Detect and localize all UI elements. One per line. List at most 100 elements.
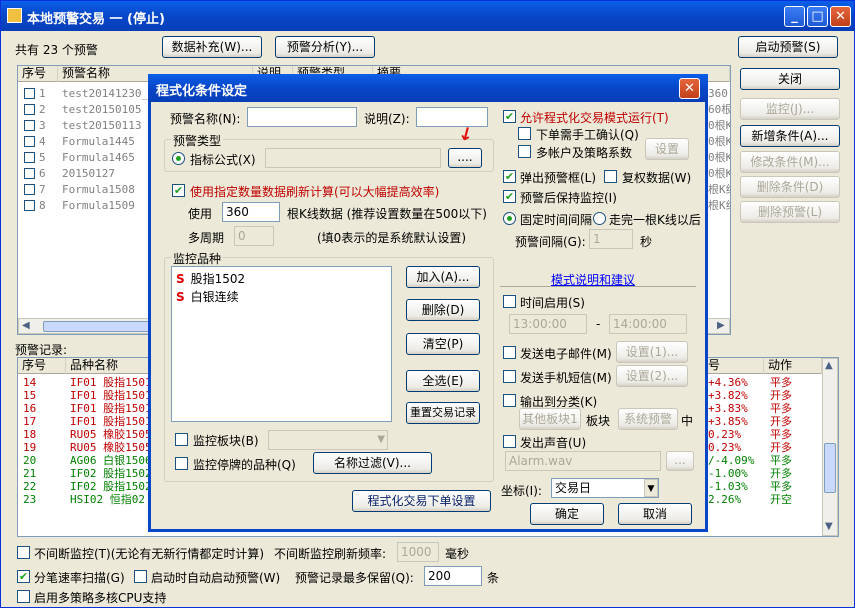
popup-checkbox[interactable]: ✔	[503, 170, 516, 183]
formula-radio[interactable]	[172, 152, 185, 165]
delete-warning-button[interactable]: 删除预警(L)	[740, 201, 840, 223]
warning-row-name: Formula1508	[62, 183, 135, 196]
keep-monitor-checkbox[interactable]: ✔	[503, 190, 516, 203]
warning-row-summary: 360	[708, 87, 728, 100]
record-row-action: 开多	[770, 441, 792, 454]
time-to-input[interactable]: 14:00:00	[609, 314, 687, 334]
reset-trade-records-button[interactable]: 重置交易记录	[406, 402, 480, 424]
account-settings-button[interactable]: 设置	[645, 138, 689, 160]
add-condition-button[interactable]: 新增条件(A)...	[740, 125, 840, 147]
coord-label: 坐标(I):	[501, 484, 542, 498]
fixed-interval-radio[interactable]	[503, 212, 516, 225]
coord-select[interactable]: 交易日	[551, 478, 659, 498]
name-input[interactable]	[247, 107, 357, 127]
warning-row-no: 3	[39, 119, 46, 132]
record-row-action: 平多	[770, 376, 792, 389]
fast-scan-checkbox[interactable]: ✔	[17, 570, 30, 583]
prog-order-settings-button[interactable]: 程式化交易下单设置	[352, 490, 491, 512]
multicore-checkbox[interactable]	[17, 590, 30, 603]
warning-row-checkbox[interactable]	[24, 152, 35, 163]
nonstop-freq-input[interactable]: 1000	[397, 542, 439, 562]
use-count-checkbox[interactable]: ✔	[172, 184, 185, 197]
after-kline-radio[interactable]	[593, 212, 606, 225]
monitor-item[interactable]: S 股指1502	[176, 271, 245, 287]
allow-prog-checkbox[interactable]: ✔	[503, 110, 516, 123]
maximize-button[interactable]: □	[807, 6, 828, 27]
delete-item-button[interactable]: 删除(D)	[406, 299, 480, 321]
export-category-checkbox[interactable]	[503, 394, 516, 407]
sms-settings-button[interactable]: 设置(2)...	[616, 365, 688, 387]
sound-file-input[interactable]: Alarm.wav	[505, 451, 661, 471]
monitor-block-checkbox[interactable]	[175, 433, 188, 446]
nonstop-monitor-checkbox[interactable]	[17, 546, 30, 559]
monitor-item[interactable]: S 白银连续	[176, 289, 239, 305]
monitor-item-name: 股指1502	[190, 272, 246, 286]
warning-row-checkbox[interactable]	[24, 104, 35, 115]
max-keep-input[interactable]: 200	[424, 566, 482, 586]
period-input[interactable]: 0	[234, 226, 274, 246]
warning-row-checkbox[interactable]	[24, 136, 35, 147]
warning-row-checkbox[interactable]	[24, 168, 35, 179]
formula-input[interactable]	[265, 148, 441, 168]
warning-row-no: 2	[39, 103, 46, 116]
cancel-button[interactable]: 取消	[618, 503, 692, 525]
record-row-no: 18	[23, 428, 37, 441]
warning-row-checkbox[interactable]	[24, 88, 35, 99]
records-vscroll[interactable]: ▲ ▼	[822, 358, 838, 536]
monitor-button[interactable]: 监控(J)...	[740, 98, 840, 120]
col-no[interactable]: 序号	[18, 66, 58, 82]
warning-analysis-button[interactable]: 预警分析(Y)...	[275, 36, 375, 58]
minimize-button[interactable]: _	[784, 6, 805, 27]
warning-row-checkbox[interactable]	[24, 120, 35, 131]
send-email-checkbox[interactable]	[503, 346, 516, 359]
warning-row-checkbox[interactable]	[24, 184, 35, 195]
other-block-button[interactable]: 其他板块1	[519, 408, 581, 430]
warning-row-summary: 根K线	[708, 183, 730, 196]
select-all-button[interactable]: 全选(E)	[406, 370, 480, 392]
time-enable-checkbox[interactable]	[503, 295, 516, 308]
rec-col-action[interactable]: 动作	[764, 358, 822, 374]
warning-row-no: 1	[39, 87, 46, 100]
record-row-action: 平多	[770, 402, 792, 415]
fast-scan-label: 分笔速率扫描(G)	[34, 571, 125, 585]
email-settings-button[interactable]: 设置(1)...	[616, 341, 688, 363]
rec-col-pct[interactable]: 号	[704, 358, 764, 374]
total-label: 共有 23 个预警	[15, 43, 98, 57]
modify-condition-button[interactable]: 修改条件(M)...	[740, 151, 840, 173]
browse-formula-button[interactable]: ....	[448, 148, 482, 168]
send-sms-checkbox[interactable]	[503, 370, 516, 383]
data-supplement-button[interactable]: 数据补充(W)...	[162, 36, 262, 58]
clear-items-button[interactable]: 清空(P)	[406, 333, 480, 355]
auto-start-checkbox[interactable]	[134, 570, 147, 583]
record-row-name: RU05 橡胶1505	[70, 428, 152, 441]
sound-checkbox[interactable]	[503, 435, 516, 448]
ok-button[interactable]: 确定	[530, 503, 604, 525]
delete-condition-button[interactable]: 删除条件(D)	[740, 176, 840, 198]
desc-input[interactable]	[416, 107, 488, 127]
start-warning-button[interactable]: 启动预警(S)	[738, 36, 838, 58]
block-label: 板块	[586, 414, 611, 428]
use-count-input[interactable]: 360	[222, 202, 280, 222]
warning-row-checkbox[interactable]	[24, 200, 35, 211]
close-window-button[interactable]: ✕	[830, 6, 851, 27]
name-filter-button[interactable]: 名称过滤(V)...	[313, 452, 432, 474]
monitor-suspended-checkbox[interactable]	[175, 457, 188, 470]
record-row-action: 开多	[770, 415, 792, 428]
coord-chevron-down-icon[interactable]: ▼	[644, 479, 658, 497]
records-label: 预警记录:	[15, 343, 68, 357]
close-button[interactable]: 关闭	[740, 68, 840, 90]
time-from-input[interactable]: 13:00:00	[509, 314, 587, 334]
reweight-checkbox[interactable]	[604, 170, 617, 183]
record-row-action: 平多	[770, 428, 792, 441]
warning-row-summary: 0根K	[708, 119, 731, 132]
monitor-block-select[interactable]: ▼	[268, 430, 388, 450]
record-row-no: 16	[23, 402, 37, 415]
add-item-button[interactable]: 加入(A)...	[406, 266, 480, 288]
interval-input[interactable]: 1	[589, 229, 633, 249]
dialog-close-button[interactable]: ✕	[679, 78, 700, 99]
rec-col-no[interactable]: 序号	[18, 358, 66, 374]
system-warning-button[interactable]: 系统预警	[618, 408, 678, 430]
multi-account-checkbox[interactable]	[518, 145, 531, 158]
sound-browse-button[interactable]: ...	[666, 451, 694, 471]
manual-confirm-checkbox[interactable]	[518, 127, 531, 140]
